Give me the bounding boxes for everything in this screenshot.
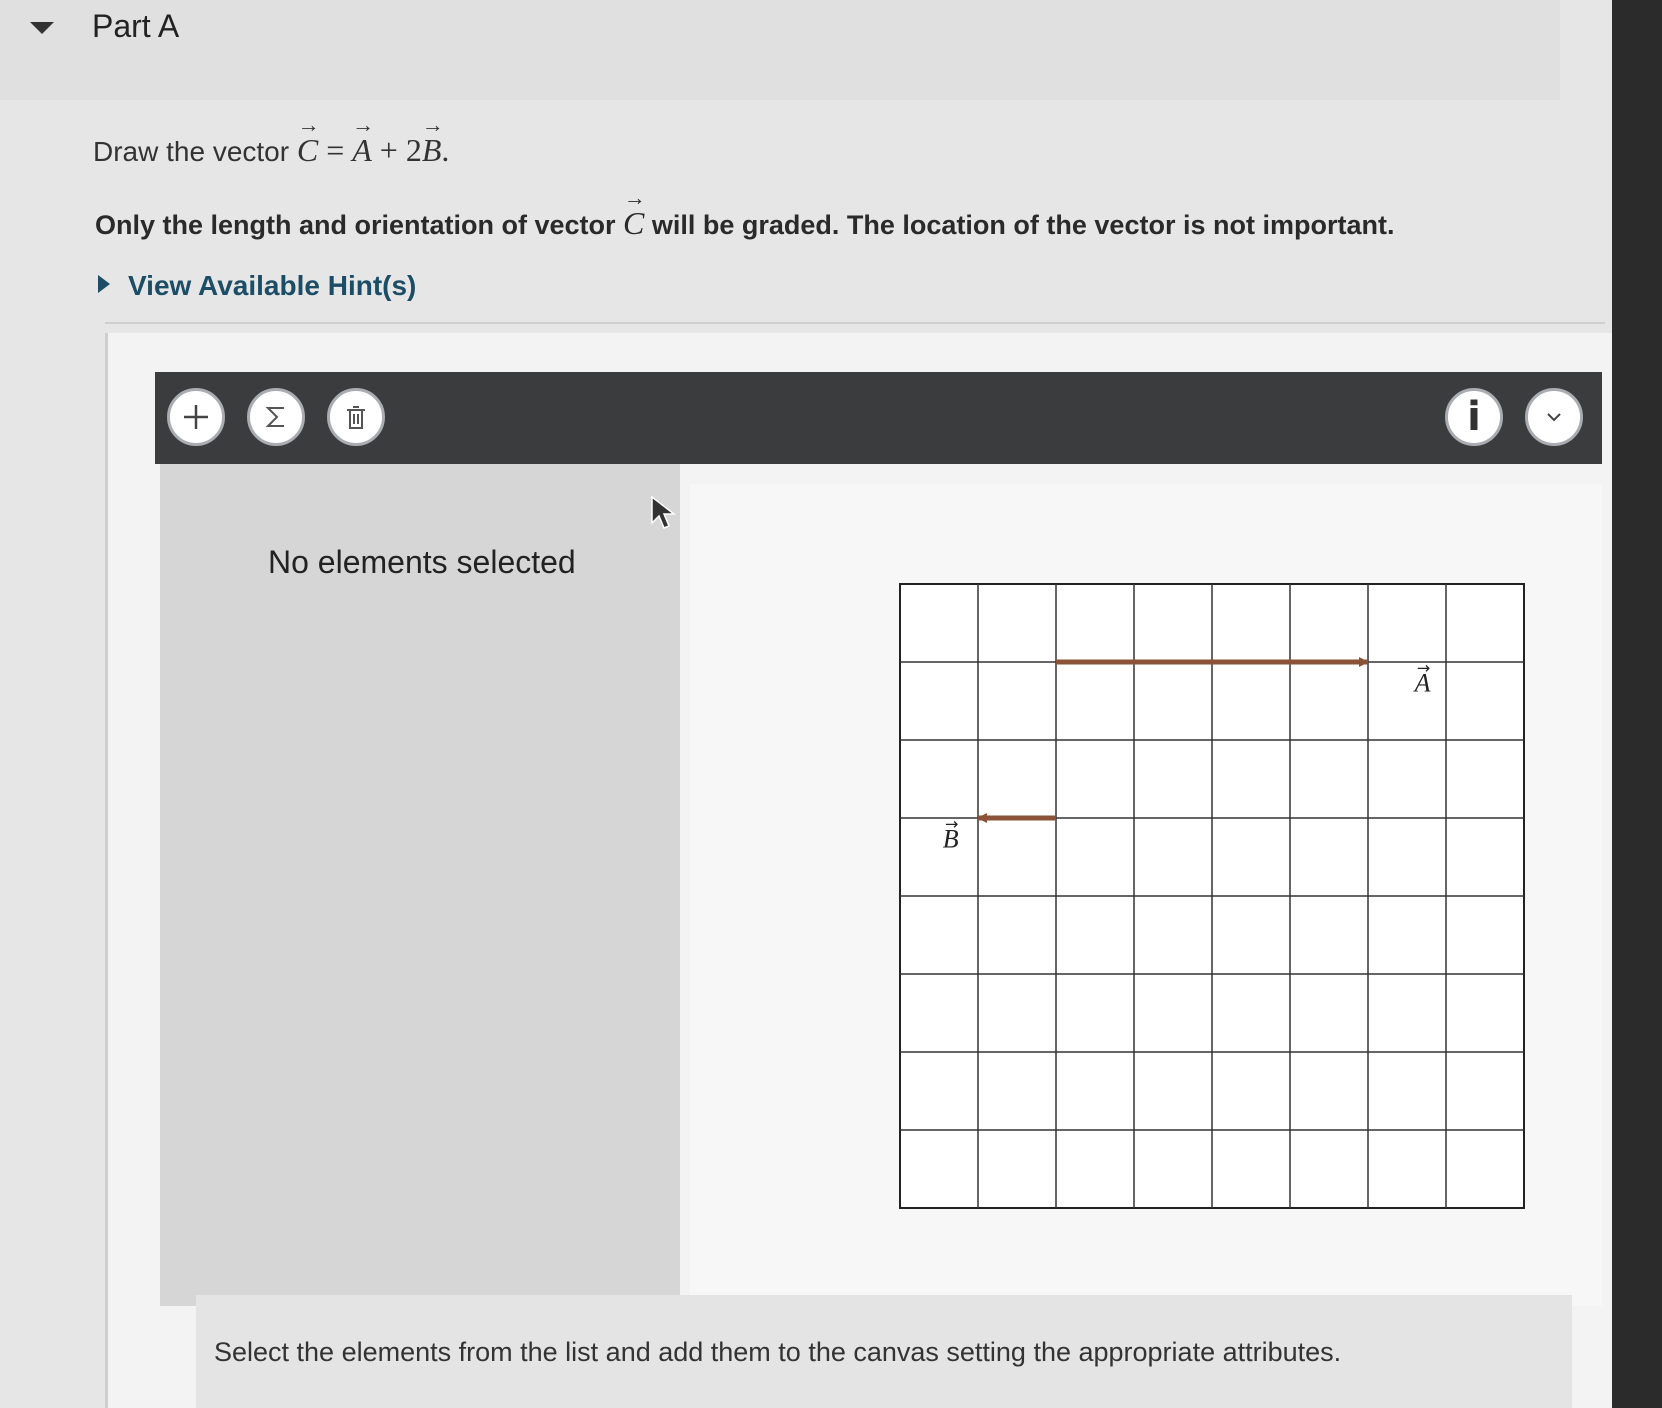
instruction-after: will be graded. The location of the vect… (644, 210, 1395, 240)
question-text: Draw the vector C = A + 2B. (93, 132, 449, 169)
delete-button[interactable] (327, 388, 385, 446)
vector-a-label-arrow-icon: → (1417, 659, 1430, 678)
screen-edge (1612, 0, 1662, 1408)
instruction-vector-c: C (623, 205, 644, 242)
question-prefix: Draw the vector (93, 136, 297, 167)
plus-sign: + (371, 132, 406, 168)
equation: C = A + 2B. (297, 132, 450, 168)
instruction-before: Only the length and orientation of vecto… (95, 210, 624, 240)
divider (105, 322, 1605, 324)
toolbar: i (155, 372, 1602, 464)
vector-a-symbol: A (352, 132, 372, 169)
expand-triangle-icon (98, 275, 110, 293)
add-element-button[interactable] (167, 388, 225, 446)
sigma-icon (265, 407, 284, 427)
vector-grid[interactable]: A→B→ (690, 484, 1602, 1306)
vector-c-symbol: C (297, 132, 318, 169)
trash-icon (347, 406, 365, 429)
hint-label: View Available Hint(s) (128, 270, 417, 301)
element-list-panel: No elements selected (160, 464, 680, 1306)
plus-icon (184, 405, 208, 429)
mouse-cursor-icon (651, 495, 677, 529)
coefficient: 2 (405, 132, 422, 168)
info-icon: i (1467, 394, 1481, 440)
menu-toggle-button[interactable] (1525, 388, 1583, 446)
footer-instruction: Select the elements from the list and ad… (214, 1337, 1342, 1367)
no-selection-label: No elements selected (268, 544, 576, 580)
part-header (0, 0, 1560, 100)
collapse-triangle-icon[interactable] (30, 22, 54, 34)
info-button[interactable]: i (1445, 388, 1503, 446)
vector-b-symbol: B (422, 132, 442, 169)
instruction-text: Only the length and orientation of vecto… (95, 205, 1394, 242)
part-title: Part A (92, 8, 180, 44)
vector-b-label-arrow-icon: → (945, 815, 958, 834)
equals-sign: = (318, 132, 353, 168)
view-hints-link[interactable]: View Available Hint(s) (98, 270, 416, 302)
footer-panel: Select the elements from the list and ad… (196, 1295, 1572, 1408)
drawing-canvas[interactable]: A → B → (690, 484, 1602, 1306)
chevron-down-icon (1547, 413, 1561, 422)
sum-button[interactable] (247, 388, 305, 446)
